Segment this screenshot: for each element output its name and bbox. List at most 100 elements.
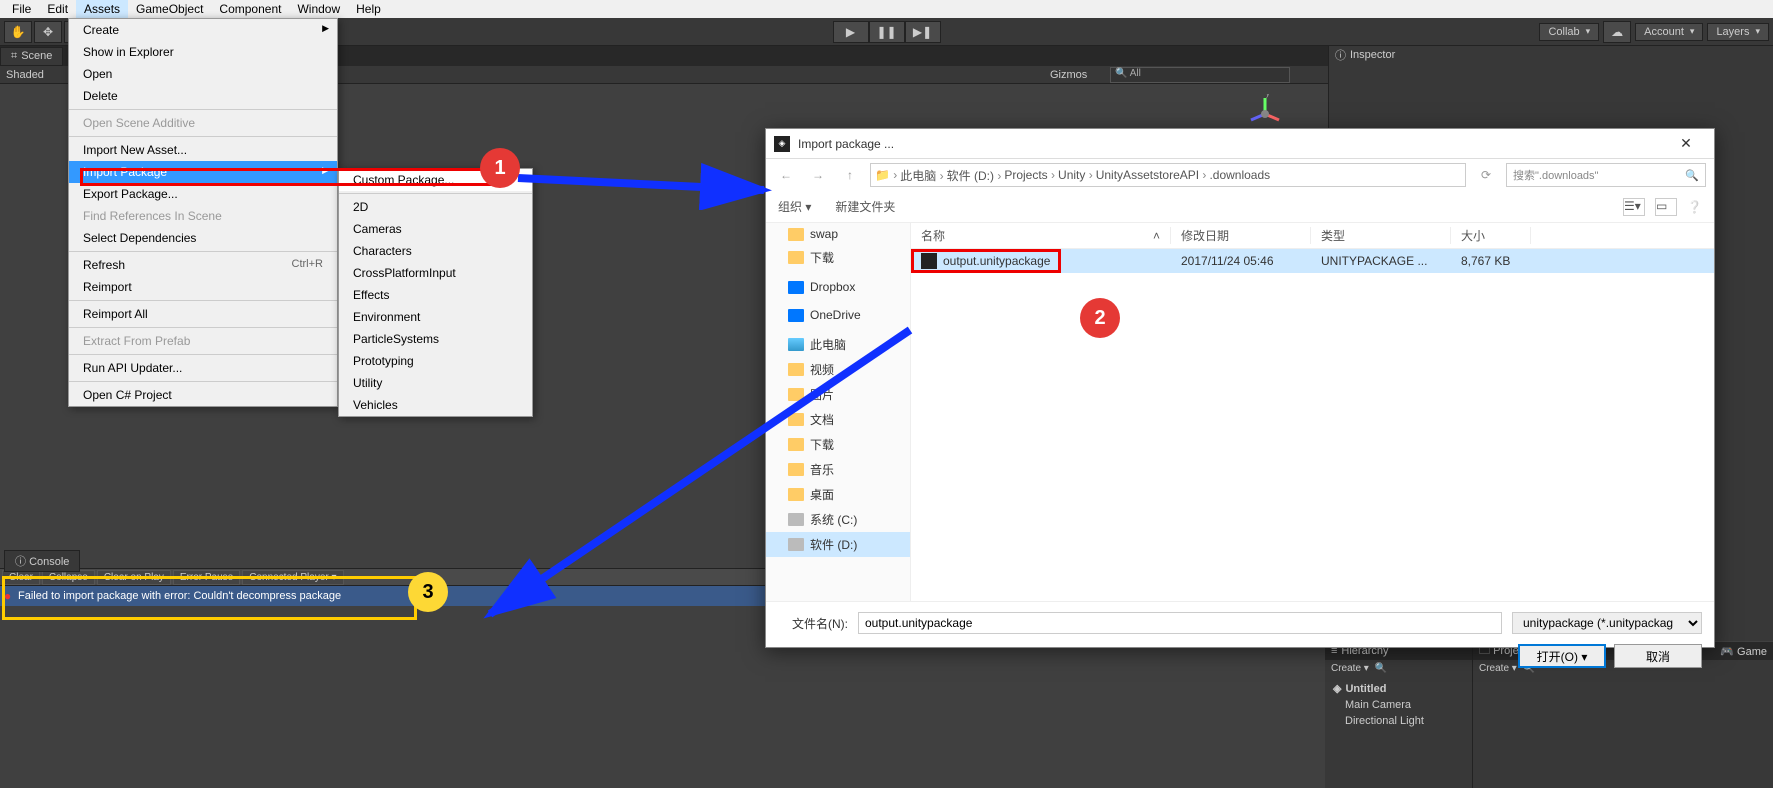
console-error-pause[interactable]: Error Pause bbox=[173, 570, 240, 585]
tree-pictures[interactable]: 图片 bbox=[766, 382, 910, 407]
dialog-search-input[interactable]: 搜索".downloads"🔍 bbox=[1506, 163, 1706, 187]
col-size[interactable]: 大小 bbox=[1451, 227, 1531, 244]
menu-help[interactable]: Help bbox=[348, 0, 389, 18]
organize-dropdown[interactable]: 组织 ▾ bbox=[778, 198, 811, 215]
new-folder-button[interactable]: 新建文件夹 bbox=[835, 198, 895, 215]
menu-show-in-explorer[interactable]: Show in Explorer bbox=[69, 41, 337, 63]
submenu-2d[interactable]: 2D bbox=[339, 196, 532, 218]
account-dropdown[interactable]: Account bbox=[1635, 23, 1703, 41]
step-button-icon[interactable]: ▶❚ bbox=[905, 21, 941, 43]
shaded-dropdown[interactable]: Shaded bbox=[6, 69, 44, 81]
menu-import-new-asset[interactable]: Import New Asset... bbox=[69, 139, 337, 161]
menu-select-dependencies[interactable]: Select Dependencies bbox=[69, 227, 337, 249]
game-tab[interactable]: 🎮 Game bbox=[1720, 645, 1767, 658]
menu-assets[interactable]: Assets bbox=[76, 0, 128, 18]
submenu-utility[interactable]: Utility bbox=[339, 372, 532, 394]
collab-dropdown[interactable]: Collab bbox=[1539, 23, 1599, 41]
menu-create[interactable]: Create bbox=[69, 19, 337, 41]
annotation-badge-1: 1 bbox=[480, 148, 520, 188]
submenu-cameras[interactable]: Cameras bbox=[339, 218, 532, 240]
tree-desktop[interactable]: 桌面 bbox=[766, 482, 910, 507]
dialog-footer: 文件名(N): unitypackage (*.unitypackag 打开(O… bbox=[766, 601, 1714, 679]
file-row-output[interactable]: output.unitypackage 2017/11/24 05:46 UNI… bbox=[911, 249, 1714, 273]
close-icon[interactable]: ✕ bbox=[1666, 135, 1706, 152]
folder-tree[interactable]: swap 下载 Dropbox OneDrive 此电脑 视频 图片 文档 下载… bbox=[766, 223, 911, 601]
tree-music[interactable]: 音乐 bbox=[766, 457, 910, 482]
tree-videos[interactable]: 视频 bbox=[766, 357, 910, 382]
nav-forward-icon[interactable]: → bbox=[806, 168, 830, 182]
dialog-title-text: Import package ... bbox=[798, 137, 894, 151]
filename-label: 文件名(N): bbox=[778, 615, 848, 632]
submenu-crossplatforminput[interactable]: CrossPlatformInput bbox=[339, 262, 532, 284]
menu-open[interactable]: Open bbox=[69, 63, 337, 85]
hierarchy-directional-light[interactable]: Directional Light bbox=[1333, 713, 1464, 729]
menu-file[interactable]: File bbox=[4, 0, 39, 18]
tree-dropbox[interactable]: Dropbox bbox=[766, 276, 910, 298]
play-button-icon[interactable]: ▶ bbox=[833, 21, 869, 43]
unity-icon: ◈ bbox=[774, 136, 790, 152]
tree-onedrive[interactable]: OneDrive bbox=[766, 304, 910, 326]
menu-reimport-all[interactable]: Reimport All bbox=[69, 303, 337, 325]
svg-text:y: y bbox=[1266, 94, 1270, 98]
refresh-icon[interactable]: ⟳ bbox=[1474, 168, 1498, 182]
hand-tool-icon[interactable]: ✋ bbox=[4, 21, 32, 43]
tree-downloads-quick[interactable]: 下载 bbox=[766, 245, 910, 270]
console-tab[interactable]: ⓘ Console bbox=[4, 550, 80, 572]
dialog-toolbar: 组织 ▾ 新建文件夹 ☰▾ ▭ ❔ bbox=[766, 191, 1714, 223]
menu-run-api-updater[interactable]: Run API Updater... bbox=[69, 357, 337, 379]
gizmos-dropdown[interactable]: Gizmos bbox=[1050, 69, 1087, 81]
submenu-characters[interactable]: Characters bbox=[339, 240, 532, 262]
scene-tab[interactable]: ⌗ Scene bbox=[0, 47, 63, 66]
assets-dropdown-menu: Create Show in Explorer Open Delete Open… bbox=[68, 18, 338, 407]
menu-reimport[interactable]: Reimport bbox=[69, 276, 337, 298]
layers-dropdown[interactable]: Layers bbox=[1707, 23, 1769, 41]
inspector-tab[interactable]: ⓘ Inspector bbox=[1329, 46, 1773, 64]
tree-this-pc[interactable]: 此电脑 bbox=[766, 332, 910, 357]
menu-open-scene-additive: Open Scene Additive bbox=[69, 112, 337, 134]
menu-export-package[interactable]: Export Package... bbox=[69, 183, 337, 205]
menu-refresh[interactable]: RefreshCtrl+R bbox=[69, 254, 337, 276]
hierarchy-main-camera[interactable]: Main Camera bbox=[1333, 697, 1464, 713]
console-clear-on-play[interactable]: Clear on Play bbox=[97, 570, 171, 585]
menu-import-package[interactable]: Import Package bbox=[69, 161, 337, 183]
submenu-vehicles[interactable]: Vehicles bbox=[339, 394, 532, 416]
list-header[interactable]: 名称˄ 修改日期 类型 大小 bbox=[911, 223, 1714, 249]
submenu-effects[interactable]: Effects bbox=[339, 284, 532, 306]
menu-window[interactable]: Window bbox=[289, 0, 348, 18]
dialog-titlebar[interactable]: ◈ Import package ... ✕ bbox=[766, 129, 1714, 159]
col-name[interactable]: 名称˄ bbox=[911, 227, 1171, 244]
menu-edit[interactable]: Edit bbox=[39, 0, 76, 18]
submenu-particlesystems[interactable]: ParticleSystems bbox=[339, 328, 532, 350]
submenu-environment[interactable]: Environment bbox=[339, 306, 532, 328]
submenu-prototyping[interactable]: Prototyping bbox=[339, 350, 532, 372]
import-package-dialog: ◈ Import package ... ✕ ← → ↑ 📁 此电脑 软件 (D… bbox=[765, 128, 1715, 648]
cancel-button[interactable]: 取消 bbox=[1614, 644, 1702, 668]
nav-up-icon[interactable]: ↑ bbox=[838, 168, 862, 182]
move-tool-icon[interactable]: ✥ bbox=[34, 21, 62, 43]
view-options-icon[interactable]: ☰▾ bbox=[1623, 198, 1645, 216]
cloud-icon[interactable]: ☁ bbox=[1603, 21, 1631, 43]
tree-swap[interactable]: swap bbox=[766, 223, 910, 245]
menu-find-references: Find References In Scene bbox=[69, 205, 337, 227]
preview-pane-icon[interactable]: ▭ bbox=[1655, 198, 1677, 216]
menu-delete[interactable]: Delete bbox=[69, 85, 337, 107]
col-date[interactable]: 修改日期 bbox=[1171, 227, 1311, 244]
tree-documents[interactable]: 文档 bbox=[766, 407, 910, 432]
scene-search-input[interactable]: 🔍 All bbox=[1110, 67, 1290, 83]
open-button[interactable]: 打开(O) ▾ bbox=[1518, 644, 1606, 668]
col-type[interactable]: 类型 bbox=[1311, 227, 1451, 244]
pause-button-icon[interactable]: ❚❚ bbox=[869, 21, 905, 43]
filetype-filter[interactable]: unitypackage (*.unitypackag bbox=[1512, 612, 1702, 634]
menu-gameobject[interactable]: GameObject bbox=[128, 0, 211, 18]
breadcrumb[interactable]: 📁 此电脑 软件 (D:) Projects Unity UnityAssets… bbox=[870, 163, 1466, 187]
menu-open-csharp-project[interactable]: Open C# Project bbox=[69, 384, 337, 406]
menu-component[interactable]: Component bbox=[211, 0, 289, 18]
tree-drive-d[interactable]: 软件 (D:) bbox=[766, 532, 910, 557]
console-connected-player[interactable]: Connected Player ▾ bbox=[242, 570, 343, 585]
filename-input[interactable] bbox=[858, 612, 1502, 634]
help-icon[interactable]: ❔ bbox=[1687, 200, 1702, 214]
hierarchy-scene[interactable]: ◈ Untitled bbox=[1333, 680, 1464, 697]
nav-back-icon[interactable]: ← bbox=[774, 168, 798, 182]
tree-drive-c[interactable]: 系统 (C:) bbox=[766, 507, 910, 532]
tree-downloads[interactable]: 下载 bbox=[766, 432, 910, 457]
